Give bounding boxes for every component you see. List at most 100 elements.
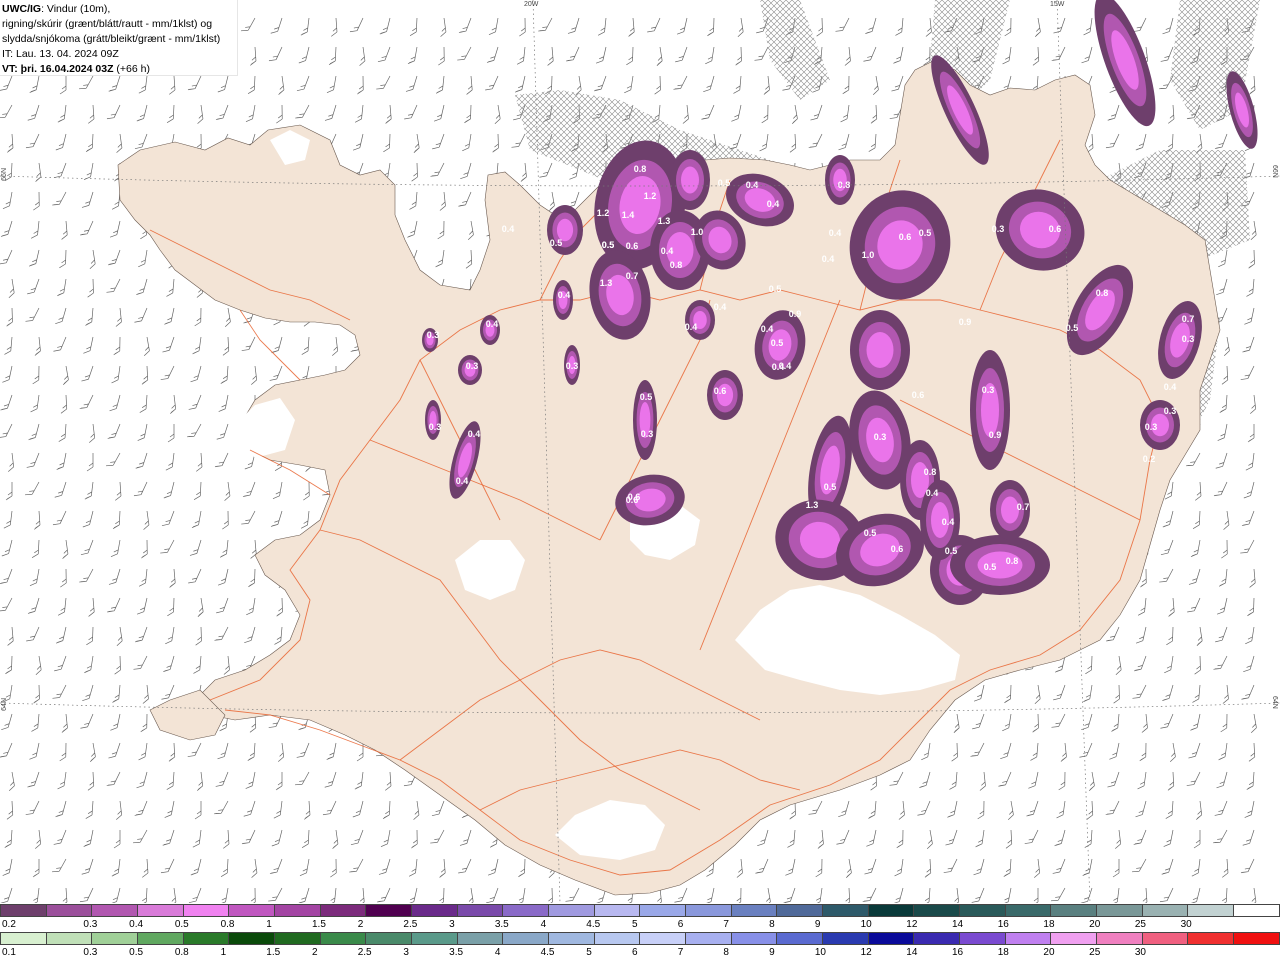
weather-map: 0.8 1.4 1.2 1.2 0.5 0.6 1.3 0.4 1.0 0.8 1.3 0.7 0.5 0… bbox=[0, 0, 1280, 903]
legend-label: 8 bbox=[723, 947, 729, 958]
lat-label-64n-left: 64N bbox=[1, 698, 8, 711]
precip-value-label: 0.4 bbox=[942, 517, 955, 527]
product-description: : Vindur (10m), bbox=[41, 3, 111, 15]
precip-value-label: 0.5 bbox=[945, 546, 958, 556]
precip-value-label: 0.4 bbox=[468, 429, 481, 439]
legend-swatch bbox=[593, 904, 640, 917]
precip-value-label: 0.8 bbox=[634, 164, 647, 174]
info-line-2: rigning/skúrir (grænt/blátt/rautt - mm/1… bbox=[2, 18, 213, 30]
precip-value-label: 0.4 bbox=[746, 180, 759, 190]
legend-swatch bbox=[1096, 932, 1142, 945]
precip-value-label: 0.5 bbox=[824, 482, 837, 492]
legend-label: 0.8 bbox=[220, 919, 235, 930]
precip-value-label: 1.0 bbox=[691, 227, 704, 237]
legend-swatch bbox=[1050, 904, 1097, 917]
legend-label: 7 bbox=[677, 947, 684, 958]
legend-swatch bbox=[319, 932, 366, 945]
lon-label-20w: 20W bbox=[524, 1, 539, 8]
precip-value-label: 0.2 bbox=[1143, 454, 1156, 464]
legend-swatch bbox=[685, 904, 731, 917]
precip-value-label: 0.8 bbox=[670, 260, 683, 270]
legend-swatch bbox=[867, 904, 914, 917]
legend-label: 25 bbox=[1134, 919, 1146, 930]
precip-value-label: 1.2 bbox=[644, 191, 657, 201]
legend-swatch bbox=[319, 904, 366, 917]
legend-label: 2.5 bbox=[403, 919, 418, 930]
legend-label: 18 bbox=[1043, 919, 1055, 930]
lat-label-66n-right: 66N bbox=[1271, 165, 1278, 178]
legend-label: 0.3 bbox=[83, 947, 98, 958]
color-legend: 0.2 0.3 0.4 0.5 0.8 1 1.5 2 2.5 3 3.5 4 4.5 5 6 7 8 9 10 12… bbox=[0, 903, 1280, 960]
legend-label: 25 bbox=[1089, 947, 1101, 958]
precip-value-label: 0.5 bbox=[769, 284, 782, 294]
legend-swatch bbox=[91, 904, 138, 917]
precip-value-label: 0.6 bbox=[628, 492, 641, 502]
precip-value-label: 0.6 bbox=[891, 544, 904, 554]
legend-swatch bbox=[1004, 904, 1051, 917]
precip-value-label: 0.3 bbox=[566, 361, 579, 371]
precip-value-label: 0.4 bbox=[822, 254, 835, 264]
legend-label: 1 bbox=[266, 919, 272, 930]
precip-value-label: 0.4 bbox=[661, 246, 674, 256]
precip-value-label: 0.4 bbox=[714, 302, 727, 312]
valid-time: VT: þri. 16.04.2024 03Z bbox=[2, 63, 114, 75]
rain-legend-bar bbox=[0, 932, 1280, 945]
legend-label: 14 bbox=[952, 919, 964, 930]
precip-area bbox=[681, 166, 699, 194]
legend-label: 10 bbox=[814, 947, 826, 958]
precip-value-label: 0.4 bbox=[486, 319, 499, 329]
precip-value-label: 0.8 bbox=[838, 180, 851, 190]
precip-value-label: 0.5 bbox=[550, 238, 563, 248]
legend-label: 4.5 bbox=[540, 947, 555, 958]
lat-label-66n-left: 66N bbox=[1, 168, 8, 181]
legend-swatch bbox=[593, 932, 640, 945]
legend-label: 2.5 bbox=[357, 947, 372, 958]
legend-label: 0.4 bbox=[129, 919, 144, 930]
product-name: UWC/IG bbox=[2, 3, 42, 15]
precip-value-label: 0.3 bbox=[874, 432, 887, 442]
precip-value-label: 0.4 bbox=[829, 228, 842, 238]
precip-value-label: 0.4 bbox=[456, 476, 469, 486]
legend-swatch bbox=[776, 932, 823, 945]
forecast-info-box: UWC/IG: Vindur (10m), rigning/skúrir (gr… bbox=[0, 0, 238, 76]
legend-swatch bbox=[1233, 904, 1280, 917]
legend-swatch bbox=[45, 904, 92, 917]
legend-swatch bbox=[1141, 932, 1188, 945]
legend-label: 4 bbox=[494, 947, 501, 958]
legend-swatch bbox=[822, 904, 868, 917]
precip-value-label: 0.5 bbox=[919, 228, 932, 238]
legend-swatch bbox=[182, 904, 229, 917]
legend-swatch bbox=[730, 932, 777, 945]
legend-swatch bbox=[137, 932, 183, 945]
precip-value-label: 0.8 bbox=[1006, 556, 1019, 566]
precip-value-label: 0.3 bbox=[1164, 406, 1177, 416]
precip-value-label: 0.9 bbox=[989, 430, 1002, 440]
legend-label: 0.5 bbox=[174, 919, 189, 930]
legend-label: 0.5 bbox=[129, 947, 144, 958]
legend-swatch bbox=[1141, 904, 1188, 917]
legend-swatch bbox=[91, 932, 138, 945]
precip-value-label: 1.2 bbox=[597, 208, 610, 218]
legend-swatch bbox=[502, 904, 549, 917]
legend-swatch bbox=[959, 932, 1005, 945]
legend-swatch bbox=[228, 904, 275, 917]
legend-swatch bbox=[548, 904, 594, 917]
legend-label: 0.8 bbox=[174, 947, 189, 958]
legend-swatch bbox=[228, 932, 275, 945]
precip-value-label: 0.4 bbox=[685, 322, 698, 332]
legend-swatch bbox=[1050, 932, 1097, 945]
legend-label: 1 bbox=[220, 947, 227, 958]
lat-label-64n-right: 64N bbox=[1271, 696, 1278, 709]
legend-label: 4.5 bbox=[586, 919, 601, 930]
precip-value-label: 0.4 bbox=[767, 199, 780, 209]
precip-value-label: 0.3 bbox=[992, 224, 1005, 234]
legend-label: 2 bbox=[312, 947, 318, 958]
legend-swatch bbox=[456, 932, 503, 945]
precip-value-label: 0.6 bbox=[912, 390, 925, 400]
precip-value-label: 0.5 bbox=[718, 178, 731, 188]
info-line-3: slydda/snjókoma (grátt/bleikt/grænt - mm… bbox=[2, 33, 221, 45]
precip-value-label: 0.4 bbox=[558, 290, 571, 300]
legend-swatch bbox=[959, 904, 1005, 917]
legend-swatch bbox=[822, 932, 868, 945]
legend-label: 12 bbox=[906, 919, 918, 930]
